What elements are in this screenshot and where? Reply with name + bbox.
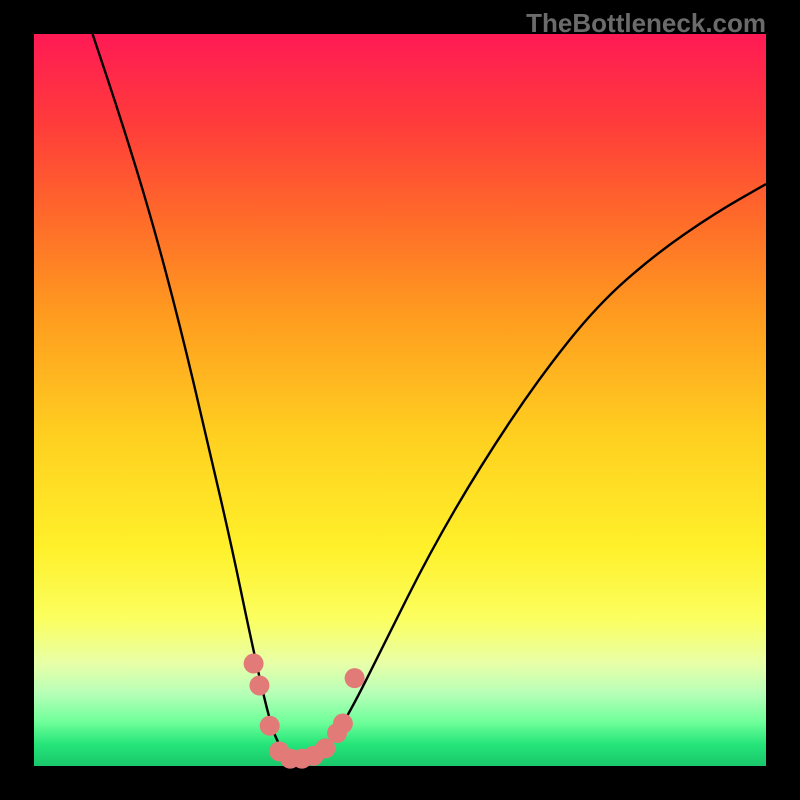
plot-area bbox=[34, 34, 766, 766]
watermark-text: TheBottleneck.com bbox=[526, 8, 766, 39]
chart-frame: TheBottleneck.com bbox=[0, 0, 800, 800]
